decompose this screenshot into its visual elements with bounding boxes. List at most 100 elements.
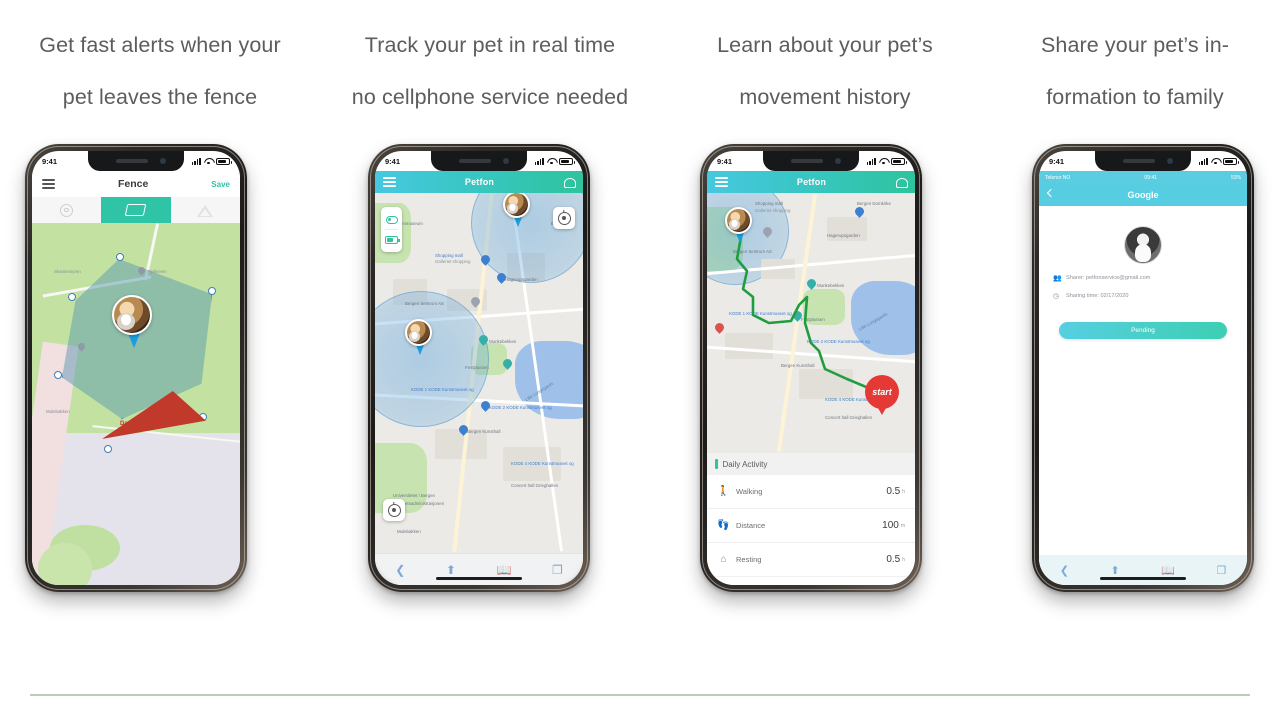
pet-avatar xyxy=(725,207,752,234)
fence-handle[interactable] xyxy=(116,253,124,261)
back-icon[interactable]: ❮ xyxy=(395,564,405,576)
map-side-controls xyxy=(381,207,402,252)
map-poi-pin[interactable] xyxy=(481,255,490,267)
fence-handle[interactable] xyxy=(208,287,216,295)
notch-2 xyxy=(431,151,527,171)
slide-root: Get fast alerts when your pet leaves the… xyxy=(0,0,1280,720)
caption-1-line-1: Get fast alerts when your xyxy=(39,33,281,57)
battery-status-button[interactable] xyxy=(381,230,402,249)
map-poi-label: Festplassen xyxy=(801,317,825,322)
inner-battery: 53% xyxy=(1230,174,1241,181)
cellular-signal-icon xyxy=(1198,157,1208,165)
notch-3 xyxy=(763,151,859,171)
activity-unit: h xyxy=(902,488,905,495)
tab-circle-fence[interactable] xyxy=(32,197,101,223)
tabs-icon[interactable]: ❐ xyxy=(1216,564,1226,577)
caption-4-line-1: Share your pet’s in- xyxy=(1040,33,1230,57)
activity-label: Resting xyxy=(736,555,762,564)
pet-location-marker[interactable] xyxy=(405,319,435,357)
status-time-1: 9:41 xyxy=(42,156,58,166)
pending-button[interactable]: Pending xyxy=(1059,322,1227,339)
locate-button-top[interactable] xyxy=(553,207,575,229)
wifi-icon xyxy=(547,158,556,165)
fence-handle[interactable] xyxy=(54,371,62,379)
hamburger-menu-icon[interactable] xyxy=(715,175,728,189)
bookmarks-icon[interactable]: 📖 xyxy=(1161,564,1175,577)
hamburger-menu-icon[interactable] xyxy=(42,177,55,191)
activity-unit: h xyxy=(902,556,905,563)
status-time-4: 9:41 xyxy=(1049,156,1065,166)
activity-row-walking[interactable]: 🚶 Walking 0.5 h xyxy=(707,475,915,509)
map-block xyxy=(799,369,853,399)
share-panel: 👥 Sharer: petfonservice@gmail.com ◷ Shar… xyxy=(1039,210,1247,585)
fence-handle[interactable] xyxy=(68,293,76,301)
tracking-mode-button[interactable] xyxy=(381,210,402,229)
app-bar-share: Google xyxy=(1039,184,1247,206)
share-icon[interactable]: ⬆ xyxy=(1110,564,1119,577)
notch-4 xyxy=(1095,151,1191,171)
notification-bell-icon[interactable] xyxy=(895,176,908,188)
map-poi-label: Festplassen xyxy=(465,365,489,370)
map-poi-pin[interactable] xyxy=(78,343,85,352)
polygon-shape-icon xyxy=(125,204,147,216)
map-poi-label: Shopping mall xyxy=(435,253,463,258)
screen-1: 9:41 Fence Save Danger Fjellveien Skanse… xyxy=(32,151,240,585)
back-icon[interactable]: ❮ xyxy=(1060,564,1069,577)
route-start-marker[interactable]: start xyxy=(865,375,899,415)
activity-unit: m xyxy=(900,522,905,529)
status-indicators-2 xyxy=(534,157,575,165)
map-poi-label: Shopping mall xyxy=(755,201,783,206)
hamburger-menu-icon[interactable] xyxy=(383,175,396,189)
pet-location-marker[interactable] xyxy=(725,207,755,245)
status-indicators-4 xyxy=(1198,157,1239,165)
browser-toolbar-4: ❮ ⬆ 📖 ❐ xyxy=(1039,555,1247,585)
tab-polygon-fence[interactable] xyxy=(101,197,171,223)
device-frame-4: 9:41 Telenor NO 09:41 53% Google 👥 Share… xyxy=(1032,144,1254,592)
map-poi-label: Fjellveien xyxy=(148,269,167,274)
contact-icon: 👥 xyxy=(1053,275,1062,282)
front-camera xyxy=(503,158,509,164)
wifi-icon xyxy=(879,158,888,165)
phone-mockup-2: 9:41 Petfon Vitenmuseum Shopping mall Ga… xyxy=(368,144,598,604)
save-button[interactable]: Save xyxy=(211,180,230,189)
tracking-mode-icon xyxy=(385,215,398,224)
pet-location-marker[interactable] xyxy=(503,193,533,229)
screen-2: 9:41 Petfon Vitenmuseum Shopping mall Ga… xyxy=(375,151,583,585)
notification-bell-icon[interactable] xyxy=(563,176,576,188)
resting-icon: ⌂ xyxy=(720,554,727,565)
map-poi-pin[interactable] xyxy=(715,323,724,335)
map-poi-pin[interactable] xyxy=(138,267,145,276)
fence-map[interactable]: Danger Fjellveien Skansemyren Mulebakken xyxy=(32,223,240,585)
activity-row-distance[interactable]: 👣 Distance 100 m xyxy=(707,509,915,543)
map-poi-pin[interactable] xyxy=(807,279,816,291)
distance-icon: 👣 xyxy=(717,520,730,531)
map-poi-pin[interactable] xyxy=(855,207,864,219)
map-poi-pin[interactable] xyxy=(471,297,480,309)
activity-row-resting[interactable]: ⌂ Resting 0.5 h xyxy=(707,543,915,577)
inner-status-bar: Telenor NO 09:41 53% xyxy=(1039,171,1247,184)
device-frame-1: 9:41 Fence Save Danger Fjellveien Skanse… xyxy=(25,144,247,592)
back-chevron-icon[interactable] xyxy=(1046,188,1056,198)
bookmarks-icon[interactable]: 📖 xyxy=(496,564,511,576)
tab-triangle-fence[interactable] xyxy=(171,197,240,223)
map-poi-label: Bergen Kunsthall xyxy=(467,429,501,434)
map-poi-pin[interactable] xyxy=(479,335,488,347)
map-poi-pin[interactable] xyxy=(503,359,512,371)
tabs-icon[interactable]: ❐ xyxy=(552,564,563,576)
history-map[interactable]: Shopping mall Galleriet shopping Bergen … xyxy=(707,193,915,453)
status-time-3: 9:41 xyxy=(717,156,733,166)
cellular-signal-icon xyxy=(534,157,544,165)
map-poi-label: Hagerupsgarden xyxy=(505,277,538,282)
map-poi-pin[interactable] xyxy=(763,227,772,239)
live-tracking-map[interactable]: Vitenmuseum Bergen Shopping mall Galleri… xyxy=(375,193,583,585)
map-poi-label: Galleriet shopping xyxy=(435,259,471,264)
fence-shape-tabs xyxy=(32,197,240,223)
locate-compass-icon xyxy=(557,211,571,225)
share-icon[interactable]: ⬆ xyxy=(446,564,456,576)
locate-button-bottom[interactable] xyxy=(383,499,405,521)
screen-4: 9:41 Telenor NO 09:41 53% Google 👥 Share… xyxy=(1039,151,1247,585)
pet-location-marker[interactable] xyxy=(112,295,156,349)
map-poi-label: KODE 1 KODE Kunstmuseet og xyxy=(411,387,474,392)
map-poi-label: Bergen Sentrum AS xyxy=(405,301,444,306)
fence-handle[interactable] xyxy=(104,445,112,453)
